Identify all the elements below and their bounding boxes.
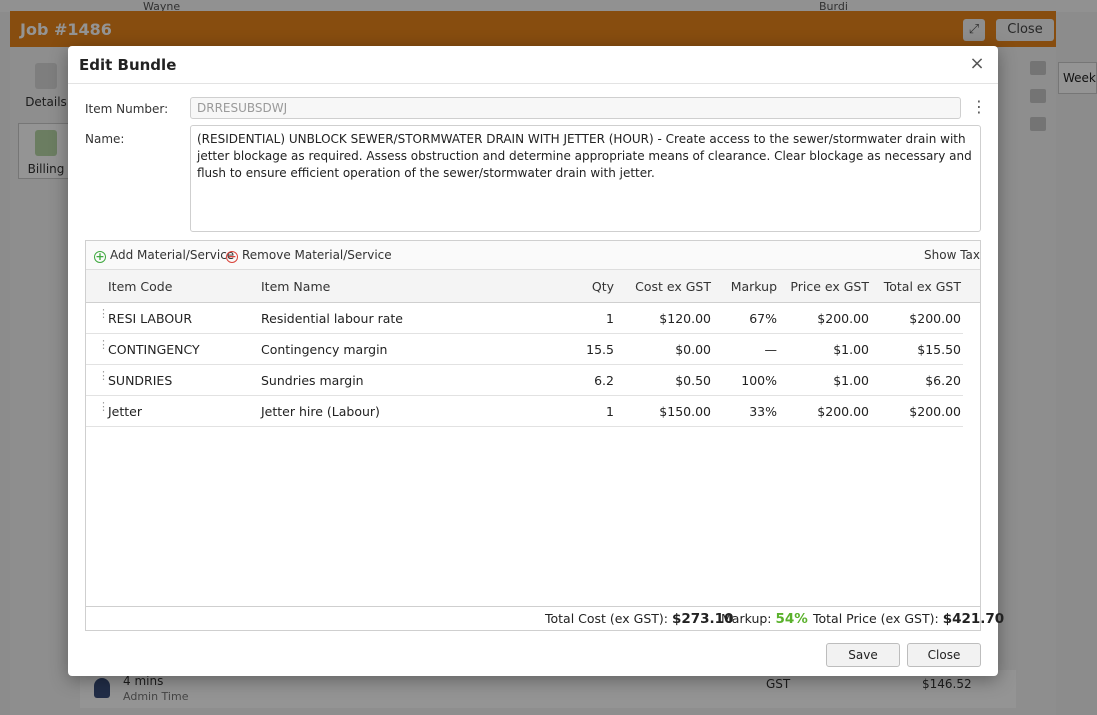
column-header-item-code[interactable]: Item Code xyxy=(108,270,172,302)
column-header-cost[interactable]: Cost ex GST xyxy=(626,270,711,302)
total-markup: Markup: 54% xyxy=(721,611,808,627)
save-button[interactable]: Save xyxy=(826,643,900,667)
name-label: Name: xyxy=(85,132,125,146)
grid-toolbar: + Add Material/Service − Remove Material/S… xyxy=(86,241,980,270)
cell-qty[interactable]: 15.5 xyxy=(566,334,614,364)
edit-bundle-dialog: Edit Bundle × Item Number: ⋮ Name: (RESI… xyxy=(68,46,1004,676)
add-material-button[interactable]: + Add Material/Service xyxy=(94,248,234,263)
remove-icon: − xyxy=(226,250,238,263)
add-material-label: Add Material/Service xyxy=(110,248,235,262)
remove-material-button[interactable]: − Remove Material/Service xyxy=(226,248,392,263)
cell-total: $200.00 xyxy=(909,404,961,419)
item-number-label: Item Number: xyxy=(85,102,169,116)
close-button[interactable]: Close xyxy=(907,643,981,667)
table-row[interactable]: ⋮ Jetter Jetter hire (Labour) 1 $150.00 … xyxy=(86,396,963,427)
column-header-total[interactable]: Total ex GST xyxy=(876,270,961,302)
cell-item-code: Jetter xyxy=(108,404,143,419)
markup-label: Markup: xyxy=(721,611,772,626)
cell-cost[interactable]: $120.00 xyxy=(626,303,711,333)
drag-handle-icon[interactable]: ⋮ xyxy=(98,308,109,325)
cell-item-name: Contingency margin xyxy=(261,342,388,357)
cell-total: $15.50 xyxy=(917,342,961,357)
cell-total: $200.00 xyxy=(909,311,961,326)
cell-cost[interactable]: $0.50 xyxy=(626,365,711,395)
cell-item-code: SUNDRIES xyxy=(108,373,173,388)
cell-markup[interactable]: 33% xyxy=(721,396,777,426)
materials-grid: + Add Material/Service − Remove Material/S… xyxy=(85,240,1004,631)
cell-price[interactable]: $1.00 xyxy=(786,334,869,364)
markup-value: 54% xyxy=(775,611,808,627)
column-header-qty[interactable]: Qty xyxy=(566,270,614,302)
cell-item-code: RESI LABOUR xyxy=(108,311,193,326)
total-price: Total Price (ex GST): $421.70 xyxy=(813,611,1004,627)
cell-price[interactable]: $200.00 xyxy=(786,396,869,426)
grid-header: Item Code Item Name Qty Cost ex GST Mark… xyxy=(86,270,980,303)
cell-cost[interactable]: $150.00 xyxy=(626,396,711,426)
item-number-field[interactable] xyxy=(190,97,961,119)
drag-handle-icon[interactable]: ⋮ xyxy=(98,401,109,418)
column-header-price[interactable]: Price ex GST xyxy=(786,270,869,302)
cell-item-name: Sundries margin xyxy=(261,373,364,388)
total-cost-label: Total Cost (ex GST): xyxy=(545,611,668,626)
cell-markup[interactable]: — xyxy=(721,334,778,364)
table-row[interactable]: ⋮ RESI LABOUR Residential labour rate 1 … xyxy=(86,303,963,334)
total-cost: Total Cost (ex GST): $273.10 xyxy=(545,611,733,627)
cell-total: $6.20 xyxy=(925,373,961,388)
table-row[interactable]: ⋮ CONTINGENCY Contingency margin 15.5 $0… xyxy=(86,334,963,365)
drag-handle-icon[interactable]: ⋮ xyxy=(98,339,109,356)
cell-markup[interactable]: 100% xyxy=(721,365,777,395)
more-options-icon[interactable]: ⋮ xyxy=(971,99,987,116)
cell-qty[interactable]: 1 xyxy=(566,303,614,333)
close-icon[interactable]: × xyxy=(968,55,986,74)
cell-item-name: Jetter hire (Labour) xyxy=(261,404,380,419)
show-tax-toggle[interactable]: Show Tax xyxy=(924,248,980,262)
grid-totals: Total Cost (ex GST): $273.10 Markup: 54%… xyxy=(86,606,1004,630)
cell-qty[interactable]: 6.2 xyxy=(566,365,614,395)
cell-item-name: Residential labour rate xyxy=(261,311,403,326)
cell-markup[interactable]: 67% xyxy=(721,303,777,333)
cell-cost[interactable]: $0.00 xyxy=(626,334,711,364)
total-price-label: Total Price (ex GST): xyxy=(813,611,939,626)
add-icon: + xyxy=(94,250,106,263)
cell-item-code: CONTINGENCY xyxy=(108,342,200,357)
cell-price[interactable]: $1.00 xyxy=(786,365,869,395)
column-header-item-name[interactable]: Item Name xyxy=(261,270,330,302)
cell-price[interactable]: $200.00 xyxy=(786,303,869,333)
name-field[interactable]: (RESIDENTIAL) UNBLOCK SEWER/STORMWATER D… xyxy=(190,125,981,232)
total-price-value: $421.70 xyxy=(942,611,1005,627)
column-header-markup[interactable]: Markup xyxy=(721,270,777,302)
cell-qty[interactable]: 1 xyxy=(566,396,614,426)
remove-material-label: Remove Material/Service xyxy=(242,248,392,262)
dialog-title: Edit Bundle xyxy=(79,56,177,74)
dialog-footer: Save Close xyxy=(68,634,998,676)
table-row[interactable]: ⋮ SUNDRIES Sundries margin 6.2 $0.50 100… xyxy=(86,365,963,396)
drag-handle-icon[interactable]: ⋮ xyxy=(98,370,109,387)
dialog-header: Edit Bundle × xyxy=(68,46,998,84)
